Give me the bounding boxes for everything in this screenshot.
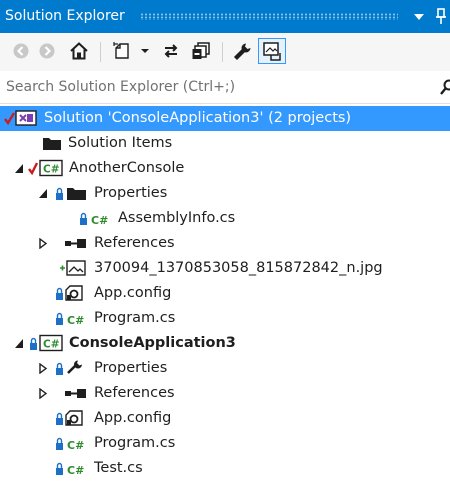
solution-icon <box>4 110 37 126</box>
svg-text:C#: C# <box>67 314 84 327</box>
properties-label: Properties <box>94 360 168 376</box>
svg-text:C#: C# <box>43 164 60 176</box>
toolbar-separator <box>222 42 223 62</box>
pending-changes-button[interactable] <box>108 38 154 64</box>
tree-item-image-file[interactable]: 370094_1370853058_815872842_n.jpg <box>0 256 450 281</box>
file-label: App.config <box>94 410 172 426</box>
csharp-file-icon: C# <box>56 462 84 477</box>
csharp-file-icon: C# <box>80 212 108 227</box>
file-label: 370094_1370853058_815872842_n.jpg <box>94 260 383 276</box>
pending-changes-icon <box>113 42 149 59</box>
file-label: App.config <box>94 285 172 301</box>
wrench-icon <box>233 43 251 61</box>
project-label: AnotherConsole <box>69 160 185 176</box>
preview-icon <box>263 42 281 61</box>
collapse-arrow-icon[interactable] <box>14 338 24 349</box>
forward-icon <box>39 43 55 59</box>
search-icon[interactable] <box>440 79 450 95</box>
back-button[interactable] <box>8 38 34 64</box>
wrench-icon <box>56 360 82 375</box>
csharp-file-icon: C# <box>56 312 84 327</box>
expand-arrow-icon[interactable] <box>38 363 48 374</box>
expand-arrow-icon[interactable] <box>38 238 48 249</box>
panel-title: Solution Explorer <box>5 8 125 24</box>
collapse-all-icon <box>192 42 210 59</box>
pin-icon[interactable] <box>434 7 448 25</box>
file-label: AssemblyInfo.cs <box>118 210 236 226</box>
file-label: Program.cs <box>94 435 176 451</box>
toolbar-separator <box>100 42 101 62</box>
search-input[interactable] <box>0 71 430 103</box>
collapse-arrow-icon[interactable] <box>14 163 24 174</box>
project-label: ConsoleApplication3 <box>69 335 236 351</box>
forward-button[interactable] <box>34 38 60 64</box>
config-file-icon <box>56 410 83 426</box>
expand-arrow-icon[interactable] <box>38 388 48 399</box>
back-icon <box>13 43 29 59</box>
home-icon <box>70 42 88 60</box>
home-button[interactable] <box>66 38 92 64</box>
solution-label: Solution 'ConsoleApplication3' (2 projec… <box>44 110 352 126</box>
tree-item-solution[interactable]: Solution 'ConsoleApplication3' (2 projec… <box>0 106 450 131</box>
collapse-all-button[interactable] <box>188 38 214 64</box>
svg-text:C#: C# <box>67 439 84 452</box>
tree-item-properties[interactable]: Properties <box>0 181 450 206</box>
solution-items-label: Solution Items <box>68 135 173 151</box>
csharp-file-icon: C# <box>56 437 84 452</box>
tree-item-program[interactable]: C# Program.cs <box>0 431 450 456</box>
tree-item-project-consoleapplication3[interactable]: C# ConsoleApplication3 <box>0 331 450 356</box>
sync-button[interactable] <box>158 38 184 64</box>
config-file-icon <box>56 285 83 301</box>
properties-button[interactable] <box>230 38 256 64</box>
references-label: References <box>94 235 175 251</box>
tree-item-assemblyinfo[interactable]: C# AssemblyInfo.cs <box>0 206 450 231</box>
references-label: References <box>94 385 175 401</box>
tree-item-project-anotherconsole[interactable]: C# AnotherConsole <box>0 156 450 181</box>
drag-grip[interactable] <box>140 13 398 20</box>
file-label: Program.cs <box>94 310 176 326</box>
svg-text:C#: C# <box>91 214 108 227</box>
collapse-arrow-icon[interactable] <box>38 188 48 199</box>
references-icon <box>65 239 86 248</box>
tree-item-properties[interactable]: Properties <box>0 356 450 381</box>
svg-text:C#: C# <box>43 339 60 351</box>
csharp-project-icon: C# <box>30 334 63 352</box>
tree-item-app-config[interactable]: App.config <box>0 406 450 431</box>
tree-item-app-config[interactable]: App.config <box>0 281 450 306</box>
sync-icon <box>164 44 178 58</box>
file-label: Test.cs <box>94 460 143 476</box>
preview-selected-button[interactable] <box>258 38 286 64</box>
svg-text:C#: C# <box>67 464 84 477</box>
tree-item-program[interactable]: C# Program.cs <box>0 306 450 331</box>
folder-icon <box>56 187 86 200</box>
tree-item-references[interactable]: References <box>0 231 450 256</box>
tree-item-test[interactable]: C# Test.cs <box>0 456 450 481</box>
folder-icon <box>43 138 61 150</box>
tree-item-solution-items[interactable]: Solution Items <box>0 131 450 156</box>
properties-label: Properties <box>94 185 168 201</box>
csharp-project-icon: C# <box>28 159 63 177</box>
dropdown-icon[interactable] <box>412 10 426 24</box>
image-file-icon <box>60 260 86 276</box>
references-icon <box>65 389 86 398</box>
title-bar[interactable]: Solution Explorer <box>0 0 450 33</box>
search-box[interactable] <box>0 71 450 104</box>
tree-item-references[interactable]: References <box>0 381 450 406</box>
toolbar <box>0 33 450 71</box>
